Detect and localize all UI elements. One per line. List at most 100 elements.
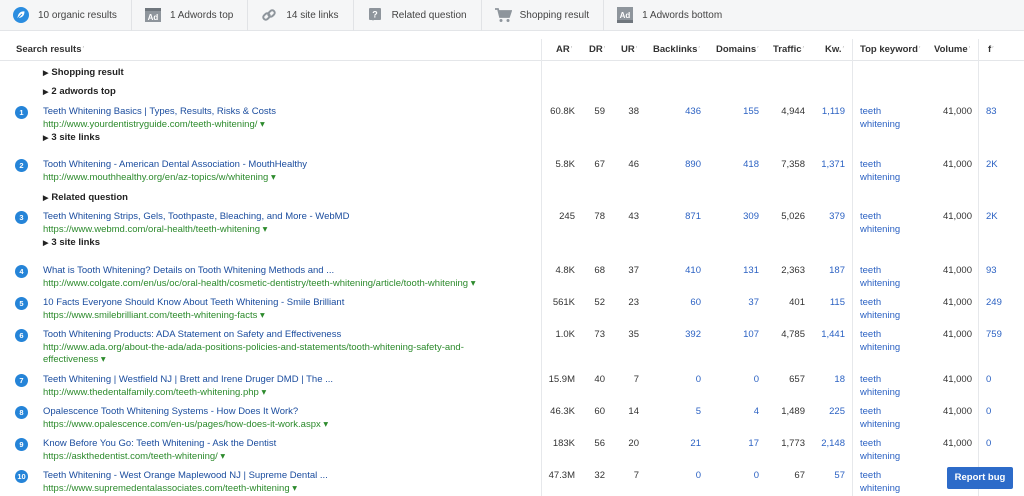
- url-dropdown-icon[interactable]: ▾: [260, 224, 268, 235]
- top-keyword-link[interactable]: teeth: [860, 211, 881, 222]
- f-value[interactable]: 249: [986, 297, 1002, 308]
- domains-value[interactable]: 17: [715, 438, 759, 449]
- result-title-link[interactable]: Opalescence Tooth Whitening Systems - Ho…: [43, 406, 298, 417]
- result-title-link[interactable]: 10 Facts Everyone Should Know About Teet…: [43, 297, 344, 308]
- keywords-value[interactable]: 1,441: [812, 329, 845, 340]
- backlinks-value[interactable]: 392: [660, 329, 701, 340]
- top-keyword-link[interactable]: whitening: [860, 310, 900, 321]
- col-ur[interactable]: UR: [621, 44, 637, 55]
- top-keyword-link[interactable]: whitening: [860, 172, 900, 183]
- f-value[interactable]: 759: [986, 329, 1002, 340]
- result-url-link[interactable]: http://www.colgate.com/en/us/oc/oral-hea…: [43, 278, 476, 289]
- top-keyword-link[interactable]: teeth: [860, 297, 881, 308]
- col-ar[interactable]: AR: [556, 44, 572, 55]
- result-url-link[interactable]: effectiveness ▾: [43, 354, 106, 365]
- url-dropdown-icon[interactable]: ▾: [257, 119, 265, 130]
- shopping-result-toggle[interactable]: ▶ Shopping result: [43, 67, 124, 78]
- col-keywords[interactable]: Kw.: [825, 44, 844, 55]
- backlinks-value[interactable]: 890: [660, 159, 701, 170]
- result-url-link[interactable]: http://www.yourdentistryguide.com/teeth-…: [43, 119, 265, 130]
- keywords-value[interactable]: 18: [812, 374, 845, 385]
- adwords-top-filter[interactable]: Ad 1 Adwords top: [132, 0, 249, 31]
- url-dropdown-icon[interactable]: ▾: [468, 278, 476, 289]
- keywords-value[interactable]: 1,371: [812, 159, 845, 170]
- f-value[interactable]: 2K: [986, 211, 998, 222]
- top-keyword-link[interactable]: teeth: [860, 470, 881, 481]
- keywords-value[interactable]: 1,119: [812, 106, 845, 117]
- keywords-value[interactable]: 225: [812, 406, 845, 417]
- top-keyword-link[interactable]: whitening: [860, 483, 900, 494]
- f-value[interactable]: 2K: [986, 159, 998, 170]
- adwords-bottom-filter[interactable]: Ad 1 Adwords bottom: [604, 0, 736, 31]
- report-bug-button[interactable]: Report bug: [947, 467, 1013, 489]
- domains-value[interactable]: 0: [715, 470, 759, 481]
- top-keyword-link[interactable]: teeth: [860, 374, 881, 385]
- result-title-link[interactable]: Tooth Whitening Products: ADA Statement …: [43, 329, 341, 340]
- f-value[interactable]: 83: [986, 106, 997, 117]
- keywords-value[interactable]: 2,148: [812, 438, 845, 449]
- top-keyword-link[interactable]: teeth: [860, 329, 881, 340]
- domains-value[interactable]: 37: [715, 297, 759, 308]
- result-title-link[interactable]: Know Before You Go: Teeth Whitening - As…: [43, 438, 276, 449]
- keywords-value[interactable]: 379: [812, 211, 845, 222]
- organic-results-filter[interactable]: 10 organic results: [0, 0, 132, 31]
- keywords-value[interactable]: 187: [812, 265, 845, 276]
- col-search-results[interactable]: Search results: [16, 44, 84, 55]
- col-volume[interactable]: Volume: [934, 44, 970, 55]
- domains-value[interactable]: 418: [715, 159, 759, 170]
- keywords-value[interactable]: 57: [812, 470, 845, 481]
- col-traffic[interactable]: Traffic: [773, 44, 804, 55]
- top-keyword-link[interactable]: teeth: [860, 106, 881, 117]
- adwords-top-toggle[interactable]: ▶ 2 adwords top: [43, 86, 116, 97]
- top-keyword-link[interactable]: whitening: [860, 119, 900, 130]
- url-dropdown-icon[interactable]: ▾: [259, 387, 266, 398]
- domains-value[interactable]: 155: [715, 106, 759, 117]
- backlinks-value[interactable]: 5: [660, 406, 701, 417]
- result-title-link[interactable]: What is Tooth Whitening? Details on Toot…: [43, 265, 334, 276]
- top-keyword-link[interactable]: whitening: [860, 387, 900, 398]
- url-dropdown-icon[interactable]: ▾: [290, 483, 297, 494]
- backlinks-value[interactable]: 871: [660, 211, 701, 222]
- top-keyword-link[interactable]: whitening: [860, 278, 900, 289]
- result-url-link[interactable]: https://www.smilebrilliant.com/teeth-whi…: [43, 310, 265, 321]
- backlinks-value[interactable]: 0: [660, 374, 701, 385]
- site-links-filter[interactable]: 14 site links: [248, 0, 354, 31]
- shopping-result-filter[interactable]: Shopping result: [482, 0, 605, 31]
- col-backlinks[interactable]: Backlinks: [653, 44, 700, 55]
- col-domains[interactable]: Domains: [716, 44, 759, 55]
- result-url-link[interactable]: http://www.mouthhealthy.org/en/az-topics…: [43, 172, 276, 183]
- result-url-link[interactable]: https://www.opalescence.com/en-us/pages/…: [43, 419, 328, 430]
- keywords-value[interactable]: 115: [812, 297, 845, 308]
- backlinks-value[interactable]: 436: [660, 106, 701, 117]
- related-question-filter[interactable]: ? Related question: [354, 0, 482, 31]
- top-keyword-link[interactable]: teeth: [860, 265, 881, 276]
- col-f[interactable]: f: [988, 44, 994, 55]
- result-title-link[interactable]: Teeth Whitening - West Orange Maplewood …: [43, 470, 328, 481]
- result-title-link[interactable]: Teeth Whitening Strips, Gels, Toothpaste…: [43, 211, 349, 222]
- result-title-link[interactable]: Teeth Whitening Basics | Types, Results,…: [43, 106, 276, 117]
- backlinks-value[interactable]: 21: [660, 438, 701, 449]
- site-links-toggle[interactable]: ▶ 3 site links: [43, 237, 100, 248]
- result-title-link[interactable]: Tooth Whitening - American Dental Associ…: [43, 159, 307, 170]
- top-keyword-link[interactable]: teeth: [860, 406, 881, 417]
- top-keyword-link[interactable]: teeth: [860, 438, 881, 449]
- result-url-link[interactable]: http://www.ada.org/about-the-ada/ada-pos…: [43, 342, 464, 353]
- top-keyword-link[interactable]: whitening: [860, 342, 900, 353]
- domains-value[interactable]: 4: [715, 406, 759, 417]
- f-value[interactable]: 0: [986, 438, 991, 449]
- related-question-toggle[interactable]: ▶ Related question: [43, 192, 128, 203]
- f-value[interactable]: 93: [986, 265, 997, 276]
- domains-value[interactable]: 131: [715, 265, 759, 276]
- domains-value[interactable]: 107: [715, 329, 759, 340]
- backlinks-value[interactable]: 410: [660, 265, 701, 276]
- col-top-keyword[interactable]: Top keyword: [860, 44, 920, 55]
- domains-value[interactable]: 309: [715, 211, 759, 222]
- result-url-link[interactable]: https://askthedentist.com/teeth-whitenin…: [43, 451, 225, 462]
- url-dropdown-icon[interactable]: ▾: [257, 310, 265, 321]
- url-dropdown-icon[interactable]: ▾: [321, 419, 328, 430]
- url-dropdown-icon[interactable]: ▾: [218, 451, 225, 462]
- f-value[interactable]: 0: [986, 406, 991, 417]
- url-dropdown-icon[interactable]: ▾: [98, 354, 106, 365]
- backlinks-value[interactable]: 60: [660, 297, 701, 308]
- top-keyword-link[interactable]: whitening: [860, 451, 900, 462]
